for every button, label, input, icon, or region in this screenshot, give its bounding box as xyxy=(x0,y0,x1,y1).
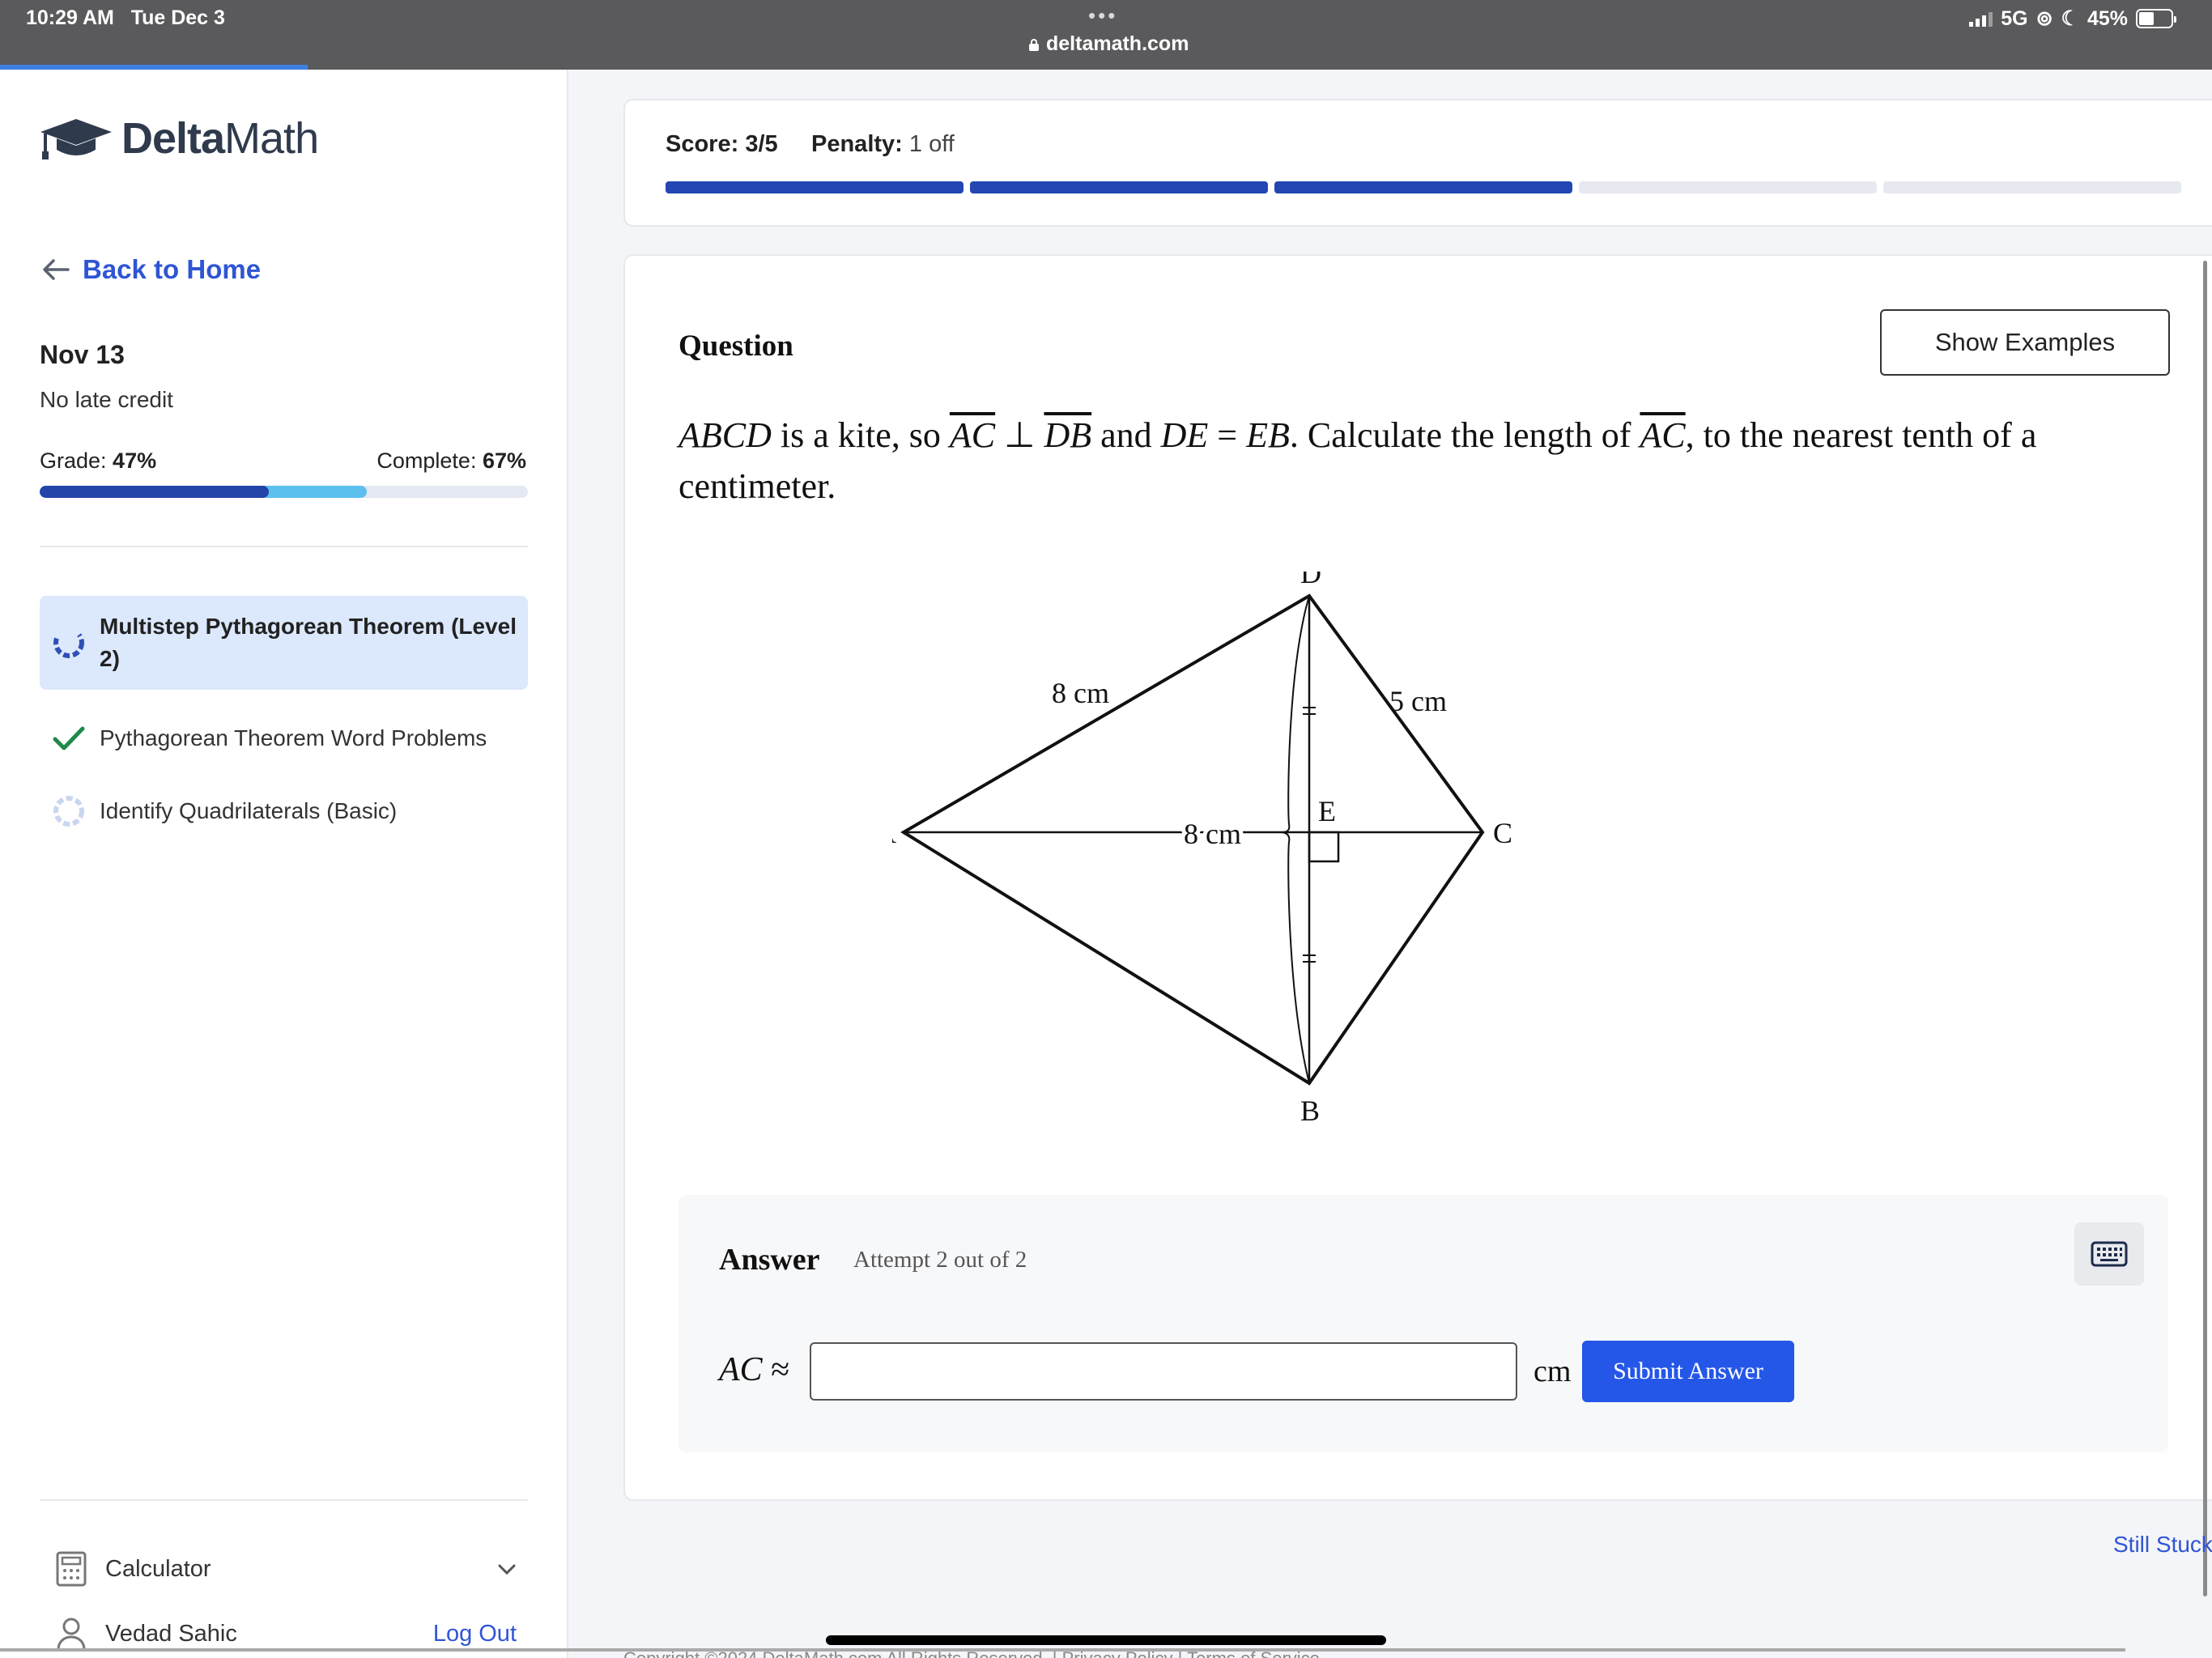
graduation-cap-icon xyxy=(40,119,112,159)
divider xyxy=(40,546,528,547)
user-name: Vedad Sahic xyxy=(105,1620,237,1647)
empty-progress-ring-icon xyxy=(49,792,88,831)
clock: 10:29 AM xyxy=(26,6,114,29)
status-bar: 10:29 AM Tue Dec 3 ••• deltamath.com 5G … xyxy=(0,0,2212,70)
back-to-home-link[interactable]: Back to Home xyxy=(40,254,261,285)
math-keyboard-button[interactable] xyxy=(2074,1222,2144,1286)
assignment-label: Multistep Pythagorean Theorem (Level 2) xyxy=(100,614,517,671)
question-title: Question xyxy=(678,329,793,363)
point-label-e: E xyxy=(1318,795,1336,827)
network-label: 5G xyxy=(2001,6,2028,30)
late-credit-note: No late credit xyxy=(40,387,173,412)
arrow-left-icon xyxy=(43,259,70,280)
score-segment xyxy=(1274,181,1572,193)
score-segment xyxy=(666,181,963,193)
vertex-label-c: C xyxy=(1493,817,1512,849)
vertex-label-a: A xyxy=(892,817,896,849)
address-bar[interactable]: deltamath.com xyxy=(1028,32,1189,56)
assignment-item-multistep-pythagorean[interactable]: Multistep Pythagorean Theorem (Level 2) xyxy=(40,596,528,690)
length-label-dc: 5 cm xyxy=(1389,685,1447,717)
divider xyxy=(40,1499,528,1501)
assignment-label: Pythagorean Theorem Word Problems xyxy=(100,725,487,750)
db-brace xyxy=(1282,595,1310,1084)
due-date: Nov 13 xyxy=(40,340,125,369)
keyboard-icon xyxy=(2091,1241,2128,1267)
status-time: 10:29 AM Tue Dec 3 xyxy=(26,6,225,30)
deltamath-logo[interactable]: DeltaMath xyxy=(39,113,319,164)
question-card: Question Show Examples ABCD is a kite, s… xyxy=(623,254,2212,1501)
chevron-down-icon xyxy=(498,1564,516,1575)
user-row: Vedad Sahic Log Out xyxy=(55,1616,517,1652)
assignment-label: Identify Quadrilaterals (Basic) xyxy=(100,798,398,823)
show-examples-button[interactable]: Show Examples xyxy=(1880,309,2170,376)
answer-variable-label: AC ≈ xyxy=(719,1351,790,1388)
checkmark-icon xyxy=(49,719,88,758)
vertex-label-b: B xyxy=(1300,1095,1320,1127)
kite-diagram: D A C B E 8 cm 5 cm 8 cm xyxy=(892,572,1512,1127)
score-segment xyxy=(970,181,1268,193)
status-indicators: 5G ⊚ ☾ 45% xyxy=(1969,6,2176,31)
signal-icon xyxy=(1969,11,1993,27)
calculator-icon xyxy=(56,1551,87,1587)
right-angle-mark xyxy=(1308,831,1340,863)
grade-stat: Grade: 47% xyxy=(40,449,157,473)
home-indicator[interactable] xyxy=(826,1635,1386,1645)
more-dots-icon[interactable]: ••• xyxy=(1088,3,1117,28)
battery-icon xyxy=(2136,9,2176,28)
battery-label: 45% xyxy=(2087,6,2128,30)
submit-answer-button[interactable]: Submit Answer xyxy=(1582,1341,1794,1402)
url-text: deltamath.com xyxy=(1046,32,1189,55)
still-stuck-link[interactable]: Still Stuck xyxy=(2113,1532,2212,1558)
sidebar: DeltaMath Back to Home Nov 13 No late cr… xyxy=(0,70,568,1658)
assignment-item-word-problems[interactable]: Pythagorean Theorem Word Problems xyxy=(40,714,528,763)
penalty: Penalty: 1 off xyxy=(811,131,955,157)
score-segment xyxy=(1883,181,2181,193)
score-progress-segments xyxy=(666,181,2181,193)
question-text: ABCD is a kite, so AC ⊥ DB and DE = EB. … xyxy=(678,415,2037,506)
scrollbar[interactable] xyxy=(2203,261,2207,1596)
answer-title: Answer xyxy=(719,1243,820,1277)
calculator-label: Calculator xyxy=(105,1555,211,1582)
attempt-counter: Attempt 2 out of 2 xyxy=(853,1247,1027,1273)
length-label-ad: 8 cm xyxy=(1052,677,1109,709)
assignment-item-identify-quadrilaterals[interactable]: Identify Quadrilaterals (Basic) xyxy=(40,787,528,835)
answer-panel: Answer Attempt 2 out of 2 AC ≈ cm Submit… xyxy=(678,1195,2168,1452)
rotation-lock-icon: ⊚ xyxy=(2035,7,2053,30)
grade-fill xyxy=(40,486,270,498)
logo-text: DeltaMath xyxy=(121,114,319,163)
lock-icon xyxy=(1029,39,1039,51)
footer-copyright: Copyright ©2024 DeltaMath.com All Rights… xyxy=(623,1648,1320,1658)
answer-input[interactable] xyxy=(810,1342,1517,1401)
date: Tue Dec 3 xyxy=(130,6,225,29)
moon-icon: ☾ xyxy=(2061,7,2079,30)
score-segment xyxy=(1579,181,1877,193)
score: Score: 3/5 xyxy=(666,131,778,157)
progress-ring-icon xyxy=(49,623,88,662)
vertex-label-d: D xyxy=(1300,572,1321,589)
log-out-link[interactable]: Log Out xyxy=(433,1621,517,1647)
length-label-db: 8 cm xyxy=(1184,818,1241,850)
complete-stat: Complete: 67% xyxy=(376,449,526,473)
answer-unit: cm xyxy=(1534,1354,1572,1388)
user-icon xyxy=(57,1618,86,1651)
back-label: Back to Home xyxy=(83,254,262,284)
grade-progress-bar xyxy=(40,486,528,498)
calculator-toggle[interactable]: Calculator xyxy=(55,1551,517,1587)
score-card: Score: 3/5 Penalty: 1 off xyxy=(623,99,2212,227)
